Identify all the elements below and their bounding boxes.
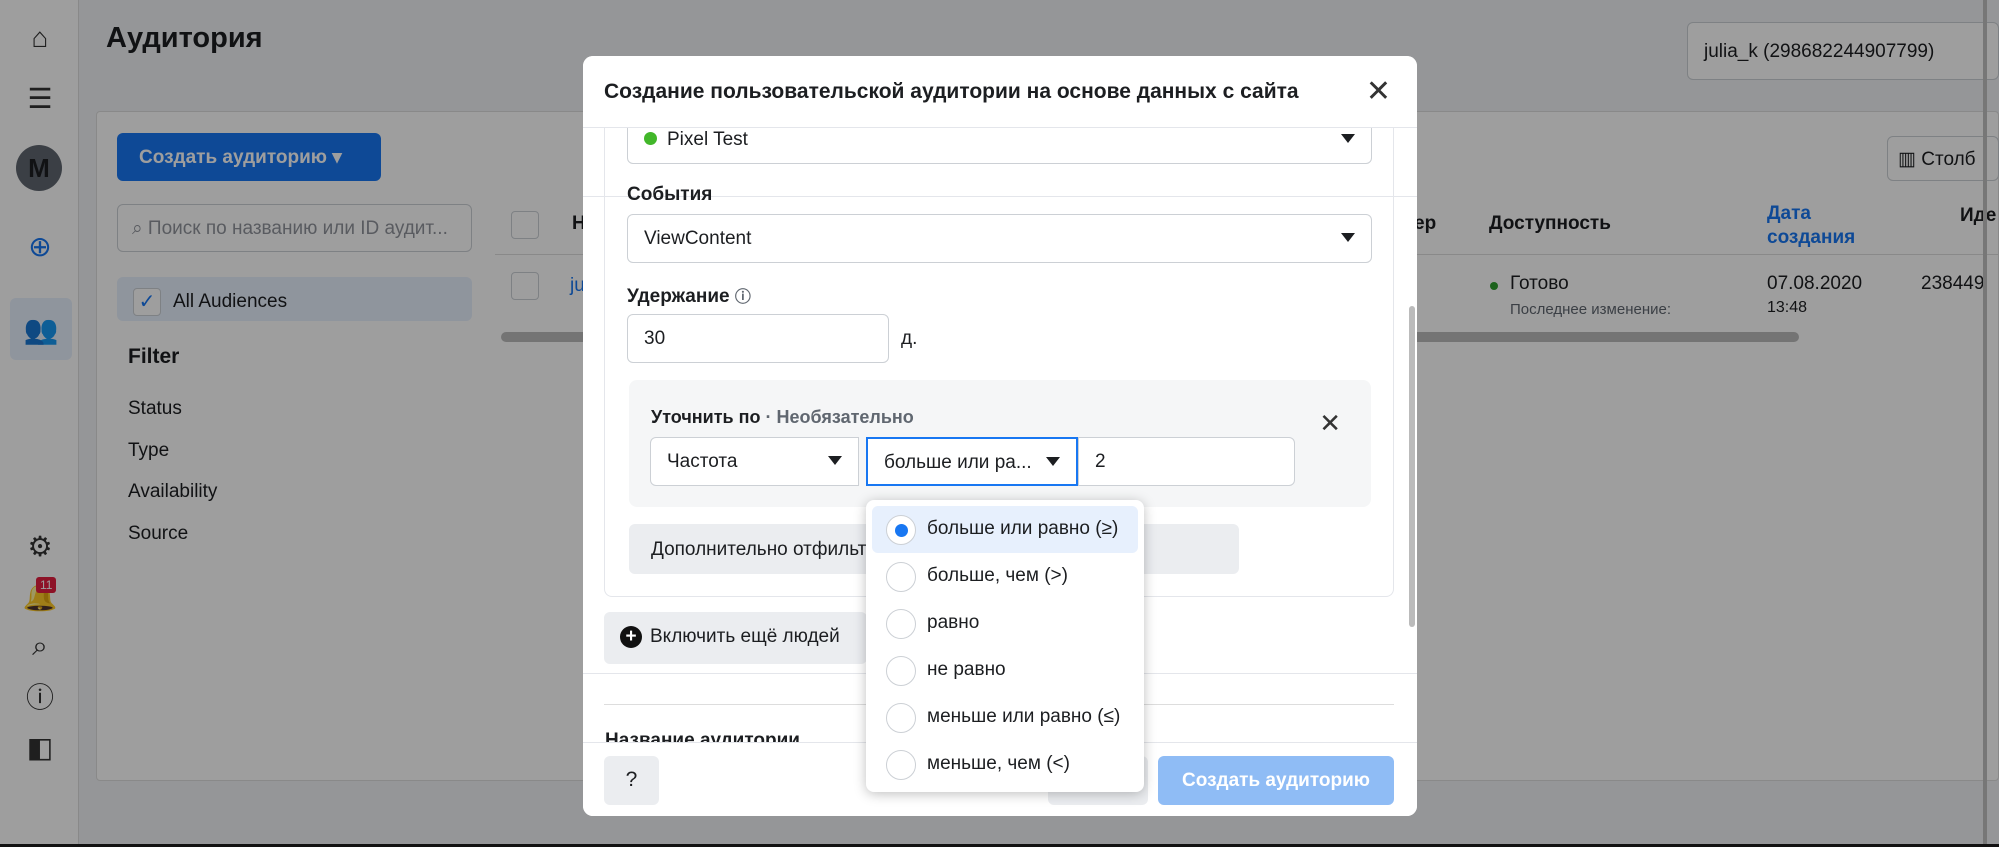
option-label: не равно [927,659,1006,680]
event-select[interactable]: ViewContent [627,214,1372,263]
modal-scrollbar[interactable] [1409,306,1415,627]
caret-down-icon [1341,134,1355,143]
radio-selected-icon [886,515,916,545]
retention-unit: д. [901,328,918,349]
include-more-label: Включить ещё людей [650,626,840,647]
plus-icon: + [620,626,642,648]
refine-param-value: Частота [667,451,738,472]
radio-icon [886,750,916,780]
option-label: меньше или равно (≤) [927,706,1121,727]
caret-down-icon [1046,457,1060,466]
refine-value-input[interactable]: 2 [1078,437,1295,486]
radio-icon [886,609,916,639]
option-gt[interactable]: больше, чем (>) [872,553,1138,600]
option-label: меньше, чем (<) [927,753,1070,774]
create-audience-submit[interactable]: Создать аудиторию [1158,756,1394,805]
retention-text: Удержание [627,286,730,307]
pixel-status-dot [644,132,657,145]
caret-down-icon [828,456,842,465]
modal-header: Создание пользовательской аудитории на о… [583,56,1417,128]
refine-label: Уточнить по · Необязательно [651,407,914,428]
option-lt[interactable]: меньше, чем (<) [872,741,1138,788]
caret-down-icon [1341,233,1355,242]
refine-parameter-select[interactable]: Частота [650,437,859,486]
pixel-name: Pixel Test [667,129,748,150]
option-label: больше или равно (≥) [927,518,1119,539]
refine-operator-value: больше или ра... [884,452,1032,473]
events-label: События [627,184,713,205]
refine-section: Уточнить по · Необязательно ✕ Частота бо… [629,380,1371,507]
radio-icon [886,656,916,686]
option-neq[interactable]: не равно [872,647,1138,694]
retention-label: Удержание ⓘ [627,283,751,308]
help-icon[interactable]: ? [604,756,659,805]
option-label: равно [927,612,980,633]
retention-input[interactable]: 30 [627,314,889,363]
modal-title: Создание пользовательской аудитории на о… [604,80,1299,103]
close-icon[interactable]: ✕ [1366,74,1391,109]
page-scrollbar[interactable] [1983,0,1987,844]
include-more-button[interactable]: + Включить ещё людей [604,612,867,664]
info-icon[interactable]: ⓘ [735,289,751,306]
radio-icon [886,562,916,592]
option-label: больше, чем (>) [927,565,1068,586]
event-value: ViewContent [644,228,752,249]
refine-optional: · Необязательно [765,407,914,427]
refine-title: Уточнить по [651,407,761,427]
radio-icon [886,703,916,733]
option-lte[interactable]: меньше или равно (≤) [872,694,1138,741]
refine-operator-select[interactable]: больше или ра... [866,437,1078,486]
option-gte[interactable]: больше или равно (≥) [872,506,1138,553]
remove-refine-icon[interactable]: ✕ [1319,408,1341,439]
operator-dropdown: больше или равно (≥) больше, чем (>) рав… [866,500,1144,792]
option-eq[interactable]: равно [872,600,1138,647]
